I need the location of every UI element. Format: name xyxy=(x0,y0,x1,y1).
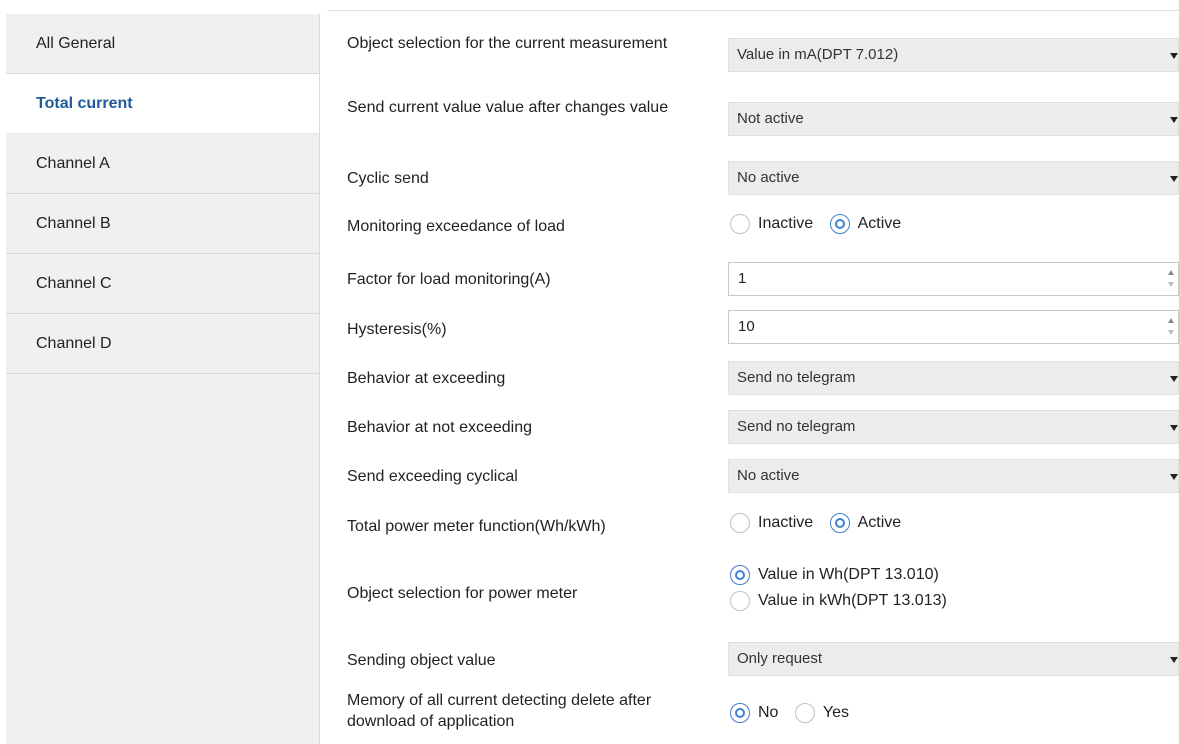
send-after-change-dropdown[interactable]: Not active xyxy=(728,102,1179,136)
behavior-not-exceeding-label: Behavior at not exceeding xyxy=(347,419,533,436)
chevron-down-icon xyxy=(1170,376,1178,382)
chevron-down-icon xyxy=(1170,474,1178,480)
sidebar-item-all-general[interactable]: All General xyxy=(6,14,319,74)
sidebar-item-channel-d[interactable]: Channel D xyxy=(6,314,319,374)
radio-label: Active xyxy=(857,514,902,531)
radio-label: Active xyxy=(857,215,902,232)
radio-label: Value in kWh(DPT 13.013) xyxy=(758,592,947,609)
cyclic-send-dropdown[interactable]: No active xyxy=(728,161,1179,195)
cyclic-send-value: No active xyxy=(737,169,800,186)
send-exceeding-cyclical-value: No active xyxy=(737,467,800,484)
parameter-panel: Object selection for the current measure… xyxy=(327,10,1179,744)
sidebar: All General Total current Channel A Chan… xyxy=(6,14,320,744)
sending-object-value-dropdown[interactable]: Only request xyxy=(728,642,1179,676)
factor-load-input[interactable]: 1 xyxy=(728,262,1179,296)
hysteresis-label: Hysteresis(%) xyxy=(347,321,447,338)
radio-unchecked-icon xyxy=(730,214,750,234)
radio-label: Inactive xyxy=(758,514,814,531)
monitoring-inactive-radio[interactable]: Inactive xyxy=(730,214,813,234)
sidebar-item-channel-b[interactable]: Channel B xyxy=(6,194,319,254)
behavior-exceeding-dropdown[interactable]: Send no telegram xyxy=(728,361,1179,395)
spin-down-icon[interactable] xyxy=(1168,330,1174,335)
chevron-down-icon xyxy=(1170,425,1178,431)
monitoring-active-radio[interactable]: Active xyxy=(829,214,902,234)
spin-up-icon[interactable] xyxy=(1168,270,1174,275)
sidebar-item-channel-c[interactable]: Channel C xyxy=(6,254,319,314)
cyclic-send-label: Cyclic send xyxy=(347,170,429,187)
object-power-meter-label: Object selection for power meter xyxy=(347,585,578,602)
memory-delete-no-radio[interactable]: No xyxy=(730,703,778,723)
memory-delete-yes-radio[interactable]: Yes xyxy=(794,703,850,723)
total-power-meter-label: Total power meter function(Wh/kWh) xyxy=(347,518,606,535)
behavior-exceeding-label: Behavior at exceeding xyxy=(347,370,506,387)
radio-label: Inactive xyxy=(758,215,814,232)
sending-object-value-label: Sending object value xyxy=(347,652,496,669)
radio-checked-icon xyxy=(730,565,750,585)
object-selection-label: Object selection for the current measure… xyxy=(347,35,668,52)
radio-label: Yes xyxy=(822,704,850,721)
send-after-change-label: Send current value value after changes v… xyxy=(347,99,669,116)
memory-delete-radio-group: No Yes xyxy=(730,703,861,728)
radio-label: Value in Wh(DPT 13.010) xyxy=(758,566,939,583)
send-after-change-value: Not active xyxy=(737,110,804,127)
chevron-down-icon xyxy=(1170,176,1178,182)
hysteresis-input[interactable]: 10 xyxy=(728,310,1179,344)
chevron-down-icon xyxy=(1170,657,1178,663)
spin-down-icon[interactable] xyxy=(1168,282,1174,287)
radio-checked-icon xyxy=(730,703,750,723)
behavior-not-exceeding-value: Send no telegram xyxy=(737,418,856,435)
radio-label: No xyxy=(758,704,779,721)
power-meter-active-radio[interactable]: Active xyxy=(829,513,902,533)
sidebar-item-channel-a[interactable]: Channel A xyxy=(6,134,319,194)
radio-unchecked-icon xyxy=(794,703,815,723)
object-power-meter-radio-group: Value in Wh(DPT 13.010) Value in kWh(DPT… xyxy=(730,565,959,617)
send-exceeding-cyclical-label: Send exceeding cyclical xyxy=(347,468,518,485)
hysteresis-value: 10 xyxy=(738,318,755,335)
send-exceeding-cyclical-dropdown[interactable]: No active xyxy=(728,459,1179,493)
factor-load-label: Factor for load monitoring(A) xyxy=(347,271,551,288)
radio-checked-icon xyxy=(829,513,850,533)
sidebar-item-total-current[interactable]: Total current xyxy=(6,74,319,134)
power-meter-kwh-radio[interactable]: Value in kWh(DPT 13.013) xyxy=(730,591,947,611)
chevron-down-icon xyxy=(1170,117,1178,123)
factor-load-value: 1 xyxy=(738,270,747,287)
behavior-exceeding-value: Send no telegram xyxy=(737,369,856,386)
radio-unchecked-icon xyxy=(730,513,750,533)
sending-object-value-value: Only request xyxy=(737,650,823,667)
radio-checked-icon xyxy=(829,214,850,234)
object-selection-value: Value in mA(DPT 7.012) xyxy=(737,46,899,63)
spin-up-icon[interactable] xyxy=(1168,318,1174,323)
divider xyxy=(327,10,1179,11)
object-selection-dropdown[interactable]: Value in mA(DPT 7.012) xyxy=(728,38,1179,72)
chevron-down-icon xyxy=(1170,53,1178,59)
monitoring-exceedance-radio-group: Inactive Active xyxy=(730,214,913,239)
power-meter-wh-radio[interactable]: Value in Wh(DPT 13.010) xyxy=(730,565,947,585)
power-meter-inactive-radio[interactable]: Inactive xyxy=(730,513,813,533)
monitoring-exceedance-label: Monitoring exceedance of load xyxy=(347,218,565,235)
radio-unchecked-icon xyxy=(730,591,750,611)
total-power-meter-radio-group: Inactive Active xyxy=(730,513,913,538)
memory-delete-label: Memory of all current detecting delete a… xyxy=(347,692,652,730)
behavior-not-exceeding-dropdown[interactable]: Send no telegram xyxy=(728,410,1179,444)
